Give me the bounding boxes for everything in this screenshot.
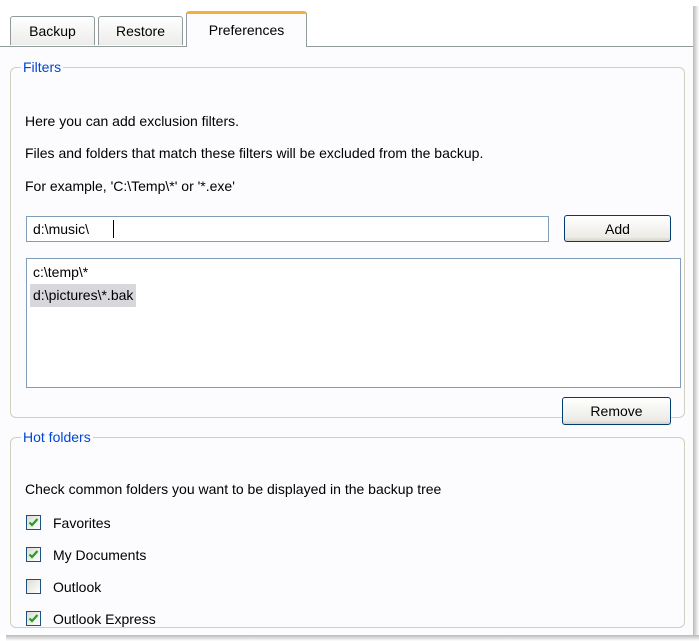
window-shadow-bottom [6, 635, 699, 641]
filters-intro-text: Here you can add exclusion filters. [25, 113, 239, 129]
filter-list-item[interactable]: c:\temp\* [30, 261, 91, 284]
outlook-express-checkbox[interactable] [26, 611, 41, 626]
tab-preferences[interactable]: Preferences [186, 11, 307, 47]
filter-list[interactable]: c:\temp\* d:\pictures\*.bak [26, 258, 681, 388]
window-shadow-right [693, 6, 699, 641]
my-documents-checkbox[interactable] [26, 547, 41, 562]
outlook-label: Outlook [53, 579, 102, 595]
preferences-panel: Filters Here you can add exclusion filte… [0, 46, 693, 635]
tab-restore[interactable]: Restore [98, 16, 183, 45]
favorites-label: Favorites [53, 515, 111, 531]
check-mark-icon [28, 550, 39, 559]
tab-strip: Backup Restore Preferences [0, 0, 693, 47]
hot-folders-group-title: Hot folders [23, 429, 91, 445]
filters-group-title: Filters [23, 59, 62, 75]
hot-folders-group: Hot folders Check common folders you wan… [10, 429, 685, 628]
my-documents-label: My Documents [53, 547, 147, 563]
check-mark-icon [28, 518, 39, 527]
remove-filter-button[interactable]: Remove [562, 397, 671, 425]
outlook-checkbox[interactable] [26, 579, 41, 594]
add-filter-button[interactable]: Add [564, 215, 671, 242]
filters-group: Filters Here you can add exclusion filte… [10, 59, 685, 425]
text-caret [113, 220, 114, 238]
filter-input[interactable] [26, 216, 549, 242]
favorites-checkbox[interactable] [26, 515, 41, 530]
check-mark-icon [28, 614, 39, 623]
hot-folders-description-text: Check common folders you want to be disp… [25, 481, 442, 497]
tab-backup[interactable]: Backup [10, 16, 95, 45]
outlook-express-label: Outlook Express [53, 611, 156, 627]
preferences-window: Backup Restore Preferences Filters Here … [0, 0, 693, 635]
filters-description-text: Files and folders that match these filte… [25, 145, 484, 161]
filters-example-text: For example, 'C:\Temp\*' or '*.exe' [25, 178, 235, 194]
filter-list-item-selected[interactable]: d:\pictures\*.bak [30, 284, 137, 307]
